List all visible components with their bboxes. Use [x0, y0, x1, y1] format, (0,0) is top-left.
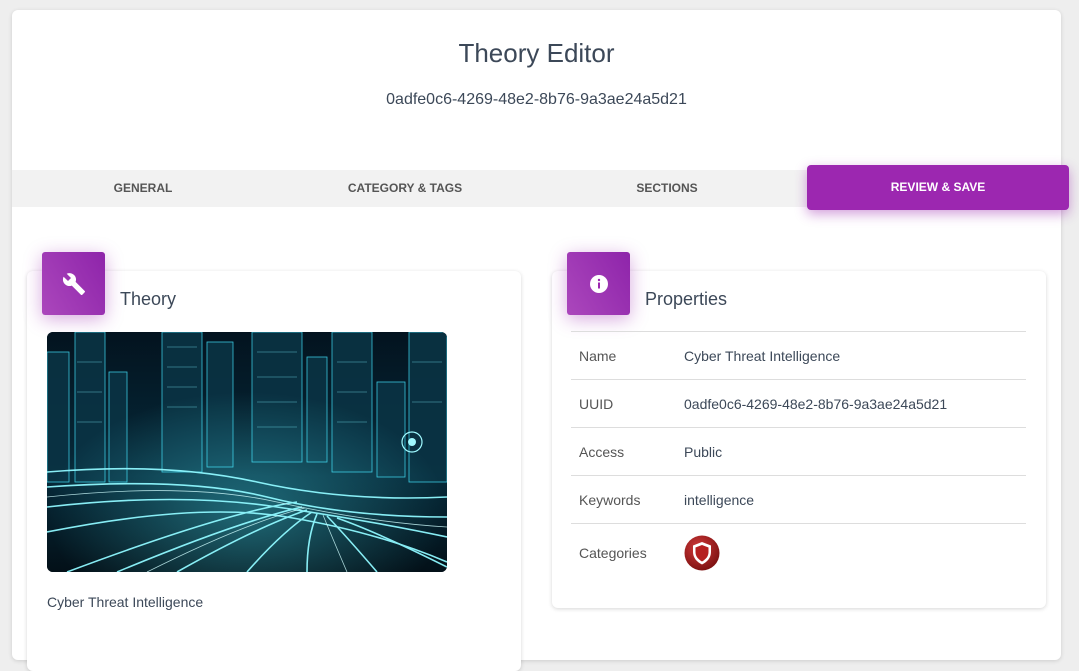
- tab-review-save[interactable]: REVIEW & SAVE: [807, 165, 1069, 210]
- table-row: Categories: [571, 523, 1026, 583]
- property-key: Name: [579, 347, 617, 364]
- wrench-icon: [42, 252, 105, 315]
- page-title: Theory Editor: [458, 38, 615, 68]
- properties-table: Name Cyber Threat Intelligence UUID 0adf…: [571, 331, 1026, 582]
- theory-cover-image: [47, 332, 447, 572]
- theory-card: Theory Cyber Threat Intelligence: [27, 252, 521, 671]
- theory-caption: Cyber Threat Intelligence: [47, 594, 204, 610]
- properties-card-title: Properties: [645, 289, 728, 309]
- theory-card-title: Theory: [120, 289, 177, 309]
- properties-card: Properties Name Cyber Threat Intelligenc…: [552, 252, 1046, 608]
- property-key: UUID: [579, 395, 614, 412]
- tab-category-tags[interactable]: CATEGORY & TAGS: [274, 170, 536, 207]
- property-value: Cyber Threat Intelligence: [684, 347, 841, 364]
- table-row: Access Public: [571, 427, 1026, 476]
- theory-editor-card: Theory Editor 0adfe0c6-4269-48e2-8b76-9a…: [12, 10, 1069, 671]
- tab-general[interactable]: GENERAL: [12, 170, 274, 207]
- table-row: Keywords intelligence: [571, 475, 1026, 524]
- shield-icon[interactable]: [684, 535, 720, 571]
- category-badge[interactable]: [684, 524, 1026, 583]
- property-key: Access: [579, 443, 625, 460]
- table-row: Name Cyber Threat Intelligence: [571, 331, 1026, 380]
- tab-sections[interactable]: SECTIONS: [536, 170, 798, 207]
- property-key: Keywords: [579, 491, 641, 508]
- property-key: Categories: [579, 545, 647, 561]
- property-value: intelligence: [684, 491, 755, 508]
- property-value: Public: [684, 443, 723, 460]
- theory-uuid: 0adfe0c6-4269-48e2-8b76-9a3ae24a5d21: [386, 91, 687, 108]
- property-value: 0adfe0c6-4269-48e2-8b76-9a3ae24a5d21: [684, 395, 948, 412]
- info-icon: [567, 252, 630, 315]
- table-row: UUID 0adfe0c6-4269-48e2-8b76-9a3ae24a5d2…: [571, 379, 1026, 428]
